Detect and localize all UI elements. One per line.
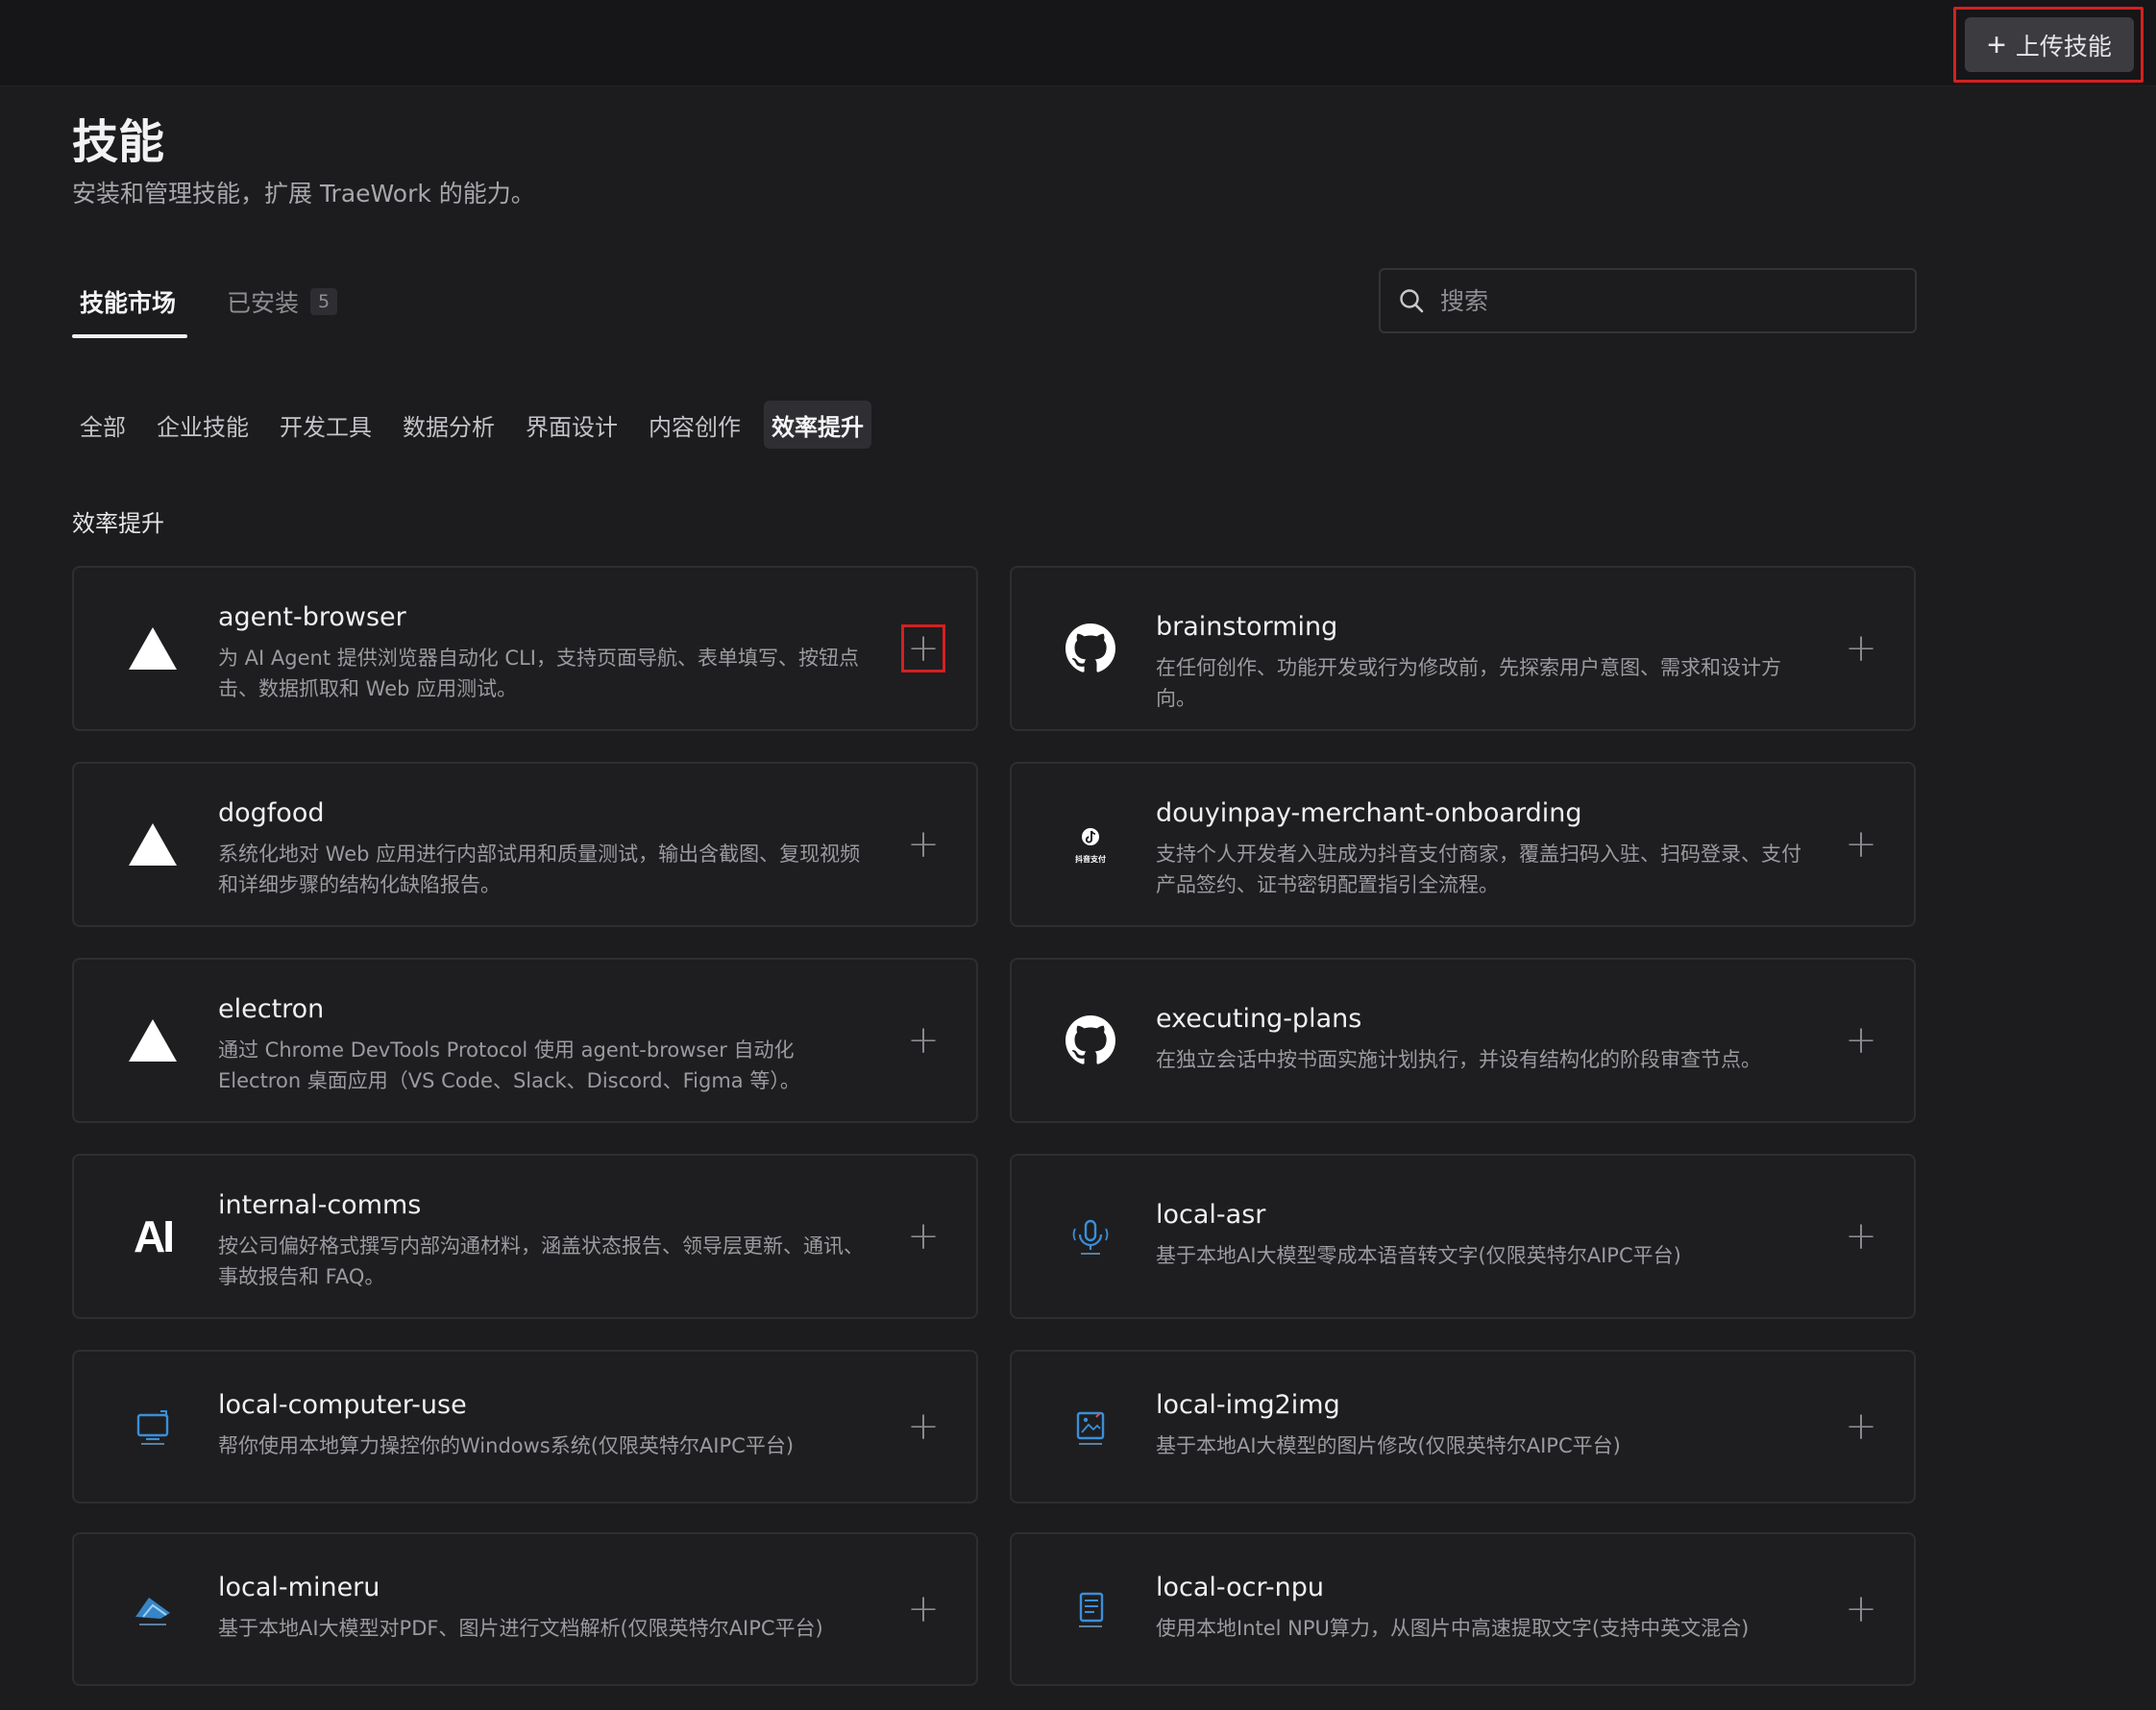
skill-card-local-mineru[interactable]: local-mineru 基于本地AI大模型对PDF、图片进行文档解析(仅限英特尔… [72,1532,978,1686]
plus-icon: + [1987,26,2006,63]
page-title: 技能 [72,115,165,169]
top-bar [0,0,2156,86]
plus-icon: + [907,1405,940,1449]
category-2[interactable]: 开发工具 [272,401,380,449]
plus-icon: + [1845,1214,1877,1258]
install-skill-button[interactable]: + [1839,1403,1883,1451]
plus-icon: + [1845,1018,1877,1063]
skill-name: agent-browser [218,602,406,632]
skill-description: 基于本地AI大模型对PDF、图片进行文档解析(仅限英特尔AIPC平台) [218,1617,823,1640]
search-box[interactable] [1379,268,1917,333]
skill-card-local-computer-use[interactable]: local-computer-use 帮你使用本地算力操控你的Windows系统(… [72,1350,978,1503]
install-skill-button[interactable]: + [1839,1016,1883,1064]
install-skill-button[interactable]: + [1839,1585,1883,1633]
tab-installed[interactable]: 已安装 5 [227,284,338,319]
active-tab-underline [72,334,187,338]
install-skill-button[interactable]: + [901,1585,945,1633]
install-skill-button[interactable]: + [901,1212,945,1260]
upload-skill-label: 上传技能 [2015,33,2112,61]
plus-icon: + [1845,822,1877,867]
skill-name: douyinpay-merchant-onboarding [1156,798,1582,828]
plus-icon: + [907,1587,940,1631]
document-parse-icon [124,1580,182,1638]
skill-name: local-computer-use [218,1390,467,1420]
search-input[interactable] [1440,286,1882,315]
skill-card-local-asr[interactable]: local-asr 基于本地AI大模型零成本语音转文字(仅限英特尔AIPC平台) + [1010,1154,1916,1319]
triangle-icon [124,620,182,677]
skill-name: brainstorming [1156,612,1338,642]
plus-icon: + [907,626,940,671]
skill-description: 基于本地AI大模型的图片修改(仅限英特尔AIPC平台) [1156,1434,1621,1457]
skill-card-brainstorming[interactable]: brainstorming 在任何创作、功能开发或行为修改前，先探索用户意图、需求… [1010,566,1916,731]
microphone-icon [1062,1208,1119,1265]
plus-icon: + [1845,1405,1877,1449]
skill-name: dogfood [218,798,325,828]
skill-card-douyinpay-merchant-onboarding[interactable]: 抖音支付 douyinpay-merchant-onboarding 支持个人开发者… [1010,762,1916,927]
skill-card-internal-comms[interactable]: AI internal-comms 按公司偏好格式撰写内部沟通材料，涵盖状态报告、领… [72,1154,978,1319]
skill-description: 通过 Chrome DevTools Protocol 使用 agent-bro… [218,1038,800,1092]
skill-description: 使用本地Intel NPU算力，从图片中高速提取文字(支持中英文混合) [1156,1617,1750,1640]
install-skill-button[interactable]: + [901,624,945,672]
category-0[interactable]: 全部 [72,401,134,449]
skill-name: executing-plans [1156,1004,1362,1034]
monitor-icon [124,1398,182,1455]
skill-description: 按公司偏好格式撰写内部沟通材料，涵盖状态报告、领导层更新、通讯、事故报告和 FA… [218,1234,864,1288]
installed-count-badge: 5 [310,288,338,315]
skill-name: local-asr [1156,1200,1266,1230]
skill-name: electron [218,994,325,1024]
skill-description: 在独立会话中按书面实施计划执行，并设有结构化的阶段审查节点。 [1156,1048,1761,1071]
install-skill-button[interactable]: + [1839,820,1883,868]
page-subtitle: 安装和管理技能，扩展 TraeWork 的能力。 [72,180,535,208]
skill-card-local-img2img[interactable]: local-img2img 基于本地AI大模型的图片修改(仅限英特尔AIPC平台)… [1010,1350,1916,1503]
tab-skill-market[interactable]: 技能市场 [80,284,176,319]
skill-name: local-img2img [1156,1390,1340,1420]
skill-name: internal-comms [218,1190,422,1220]
skill-card-electron[interactable]: electron 通过 Chrome DevTools Protocol 使用 a… [72,958,978,1123]
ocr-document-icon [1062,1580,1119,1638]
category-6[interactable]: 效率提升 [764,401,871,449]
triangle-icon [124,1012,182,1069]
category-filter-bar: 全部 企业技能 开发工具 数据分析 界面设计 内容创作 效率提升 [72,401,887,449]
skill-card-agent-browser[interactable]: agent-browser 为 AI Agent 提供浏览器自动化 CLI，支持页… [72,566,978,731]
skill-card-dogfood[interactable]: dogfood 系统化地对 Web 应用进行内部试用和质量测试，输出含截图、复现视… [72,762,978,927]
skill-name: local-mineru [218,1573,380,1602]
plus-icon: + [907,1018,940,1063]
install-skill-button[interactable]: + [901,1016,945,1064]
skill-card-executing-plans[interactable]: executing-plans 在独立会话中按书面实施计划执行，并设有结构化的阶段… [1010,958,1916,1123]
category-3[interactable]: 数据分析 [395,401,502,449]
skill-card-local-ocr-npu[interactable]: local-ocr-npu 使用本地Intel NPU算力，从图片中高速提取文字(… [1010,1532,1916,1686]
skill-name: local-ocr-npu [1156,1573,1324,1602]
skill-description: 支持个人开发者入驻成为抖音支付商家，覆盖扫码入驻、扫码登录、支付产品签约、证书密… [1156,843,1801,896]
plus-icon: + [1845,626,1877,671]
github-icon [1062,1012,1119,1069]
image-edit-icon [1062,1398,1119,1455]
triangle-icon [124,816,182,873]
skill-description: 为 AI Agent 提供浏览器自动化 CLI，支持页面导航、表单填写、按钮点击… [218,647,859,700]
douyin-pay-icon: 抖音支付 [1062,816,1119,873]
github-icon [1062,620,1119,677]
plus-icon: + [907,822,940,867]
search-icon [1400,289,1424,313]
plus-icon: + [1845,1587,1877,1631]
skill-description: 基于本地AI大模型零成本语音转文字(仅限英特尔AIPC平台) [1156,1244,1681,1267]
skill-description: 在任何创作、功能开发或行为修改前，先探索用户意图、需求和设计方向。 [1156,656,1781,710]
tab-installed-label: 已安装 [227,289,300,317]
category-5[interactable]: 内容创作 [641,401,748,449]
skill-description: 帮你使用本地算力操控你的Windows系统(仅限英特尔AIPC平台) [218,1434,795,1457]
install-skill-button[interactable]: + [1839,624,1883,672]
install-skill-button[interactable]: + [1839,1212,1883,1260]
section-label: 效率提升 [72,510,164,537]
upload-skill-button[interactable]: + 上传技能 [1965,17,2134,72]
anthropic-icon: AI [134,1211,175,1261]
category-1[interactable]: 企业技能 [149,401,257,449]
install-skill-button[interactable]: + [901,820,945,868]
skill-description: 系统化地对 Web 应用进行内部试用和质量测试，输出含截图、复现视频和详细步骤的… [218,843,861,896]
install-skill-button[interactable]: + [901,1403,945,1451]
category-4[interactable]: 界面设计 [518,401,625,449]
plus-icon: + [907,1214,940,1258]
